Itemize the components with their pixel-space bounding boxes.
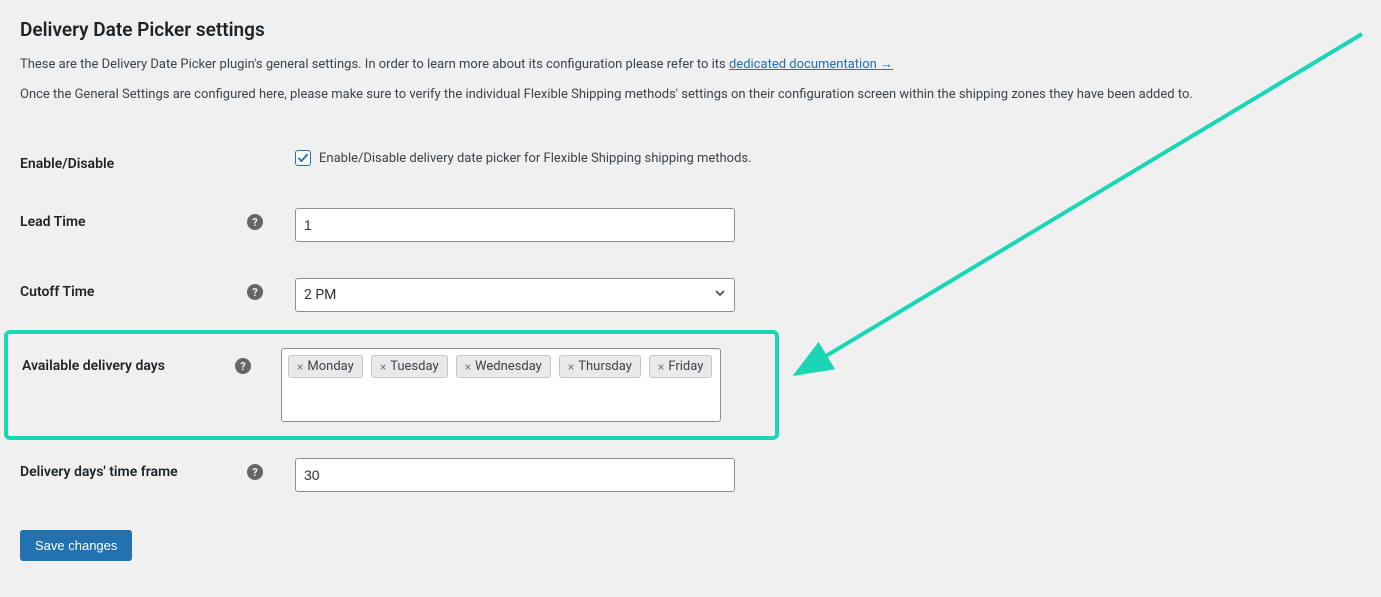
day-tag[interactable]: × Thursday — [559, 355, 641, 378]
enable-label-text: Enable/Disable — [20, 156, 114, 172]
check-icon — [297, 152, 309, 164]
remove-tag-icon[interactable]: × — [380, 360, 386, 374]
lead-time-label-text: Lead Time — [20, 214, 86, 230]
save-button[interactable]: Save changes — [20, 530, 132, 561]
enable-disable-row: Enable/Disable Enable/Disable delivery d… — [20, 132, 1361, 190]
time-frame-label: Delivery days' time frame ? — [20, 458, 275, 480]
help-icon[interactable]: ? — [247, 284, 263, 300]
lead-time-label: Lead Time ? — [20, 208, 275, 230]
cutoff-time-value: 2 PM — [304, 287, 336, 303]
day-tag[interactable]: × Friday — [649, 355, 712, 378]
day-tag[interactable]: × Wednesday — [456, 355, 551, 378]
help-icon[interactable]: ? — [247, 464, 263, 480]
available-days-highlight: Available delivery days ? × Monday × Tuesda… — [4, 330, 779, 440]
available-days-input[interactable]: × Monday × Tuesday × Wednesday × Thursday × Frida… — [281, 348, 721, 422]
lead-time-row: Lead Time ? — [20, 190, 1361, 260]
help-icon[interactable]: ? — [247, 214, 263, 230]
available-days-label: Available delivery days ? — [22, 348, 263, 374]
cutoff-time-label: Cutoff Time ? — [20, 278, 275, 300]
time-frame-row: Delivery days' time frame ? — [20, 440, 1361, 510]
day-tag-label: Monday — [307, 359, 353, 374]
day-tag-label: Friday — [668, 359, 703, 374]
time-frame-label-text: Delivery days' time frame — [20, 464, 178, 480]
documentation-link[interactable]: dedicated documentation → — [729, 57, 893, 72]
available-days-label-text: Available delivery days — [22, 358, 165, 374]
intro-paragraph-2: Once the General Settings are configured… — [20, 85, 1361, 105]
day-tag[interactable]: × Monday — [288, 355, 363, 378]
enable-checkbox-wrap[interactable]: Enable/Disable delivery date picker for … — [295, 150, 752, 166]
remove-tag-icon[interactable]: × — [297, 360, 303, 374]
settings-form: Enable/Disable Enable/Disable delivery d… — [20, 132, 1361, 510]
cutoff-time-row: Cutoff Time ? 2 PM — [20, 260, 1361, 330]
page-title: Delivery Date Picker settings — [20, 18, 1361, 41]
help-icon[interactable]: ? — [235, 358, 251, 374]
chevron-down-icon — [714, 287, 726, 303]
day-tag-label: Wednesday — [475, 359, 542, 374]
remove-tag-icon[interactable]: × — [465, 360, 471, 374]
intro-paragraph-1: These are the Delivery Date Picker plugi… — [20, 55, 1361, 75]
intro-text: These are the Delivery Date Picker plugi… — [20, 57, 729, 72]
day-tag-label: Thursday — [578, 359, 632, 374]
enable-checkbox-label: Enable/Disable delivery date picker for … — [319, 151, 752, 166]
cutoff-time-select[interactable]: 2 PM — [295, 278, 735, 312]
day-tag[interactable]: × Tuesday — [371, 355, 448, 378]
remove-tag-icon[interactable]: × — [568, 360, 574, 374]
enable-disable-label: Enable/Disable — [20, 150, 275, 172]
day-tag-label: Tuesday — [390, 359, 438, 374]
lead-time-input[interactable] — [295, 208, 735, 242]
remove-tag-icon[interactable]: × — [658, 360, 664, 374]
time-frame-input[interactable] — [295, 458, 735, 492]
enable-checkbox[interactable] — [295, 150, 311, 166]
cutoff-time-label-text: Cutoff Time — [20, 284, 94, 300]
